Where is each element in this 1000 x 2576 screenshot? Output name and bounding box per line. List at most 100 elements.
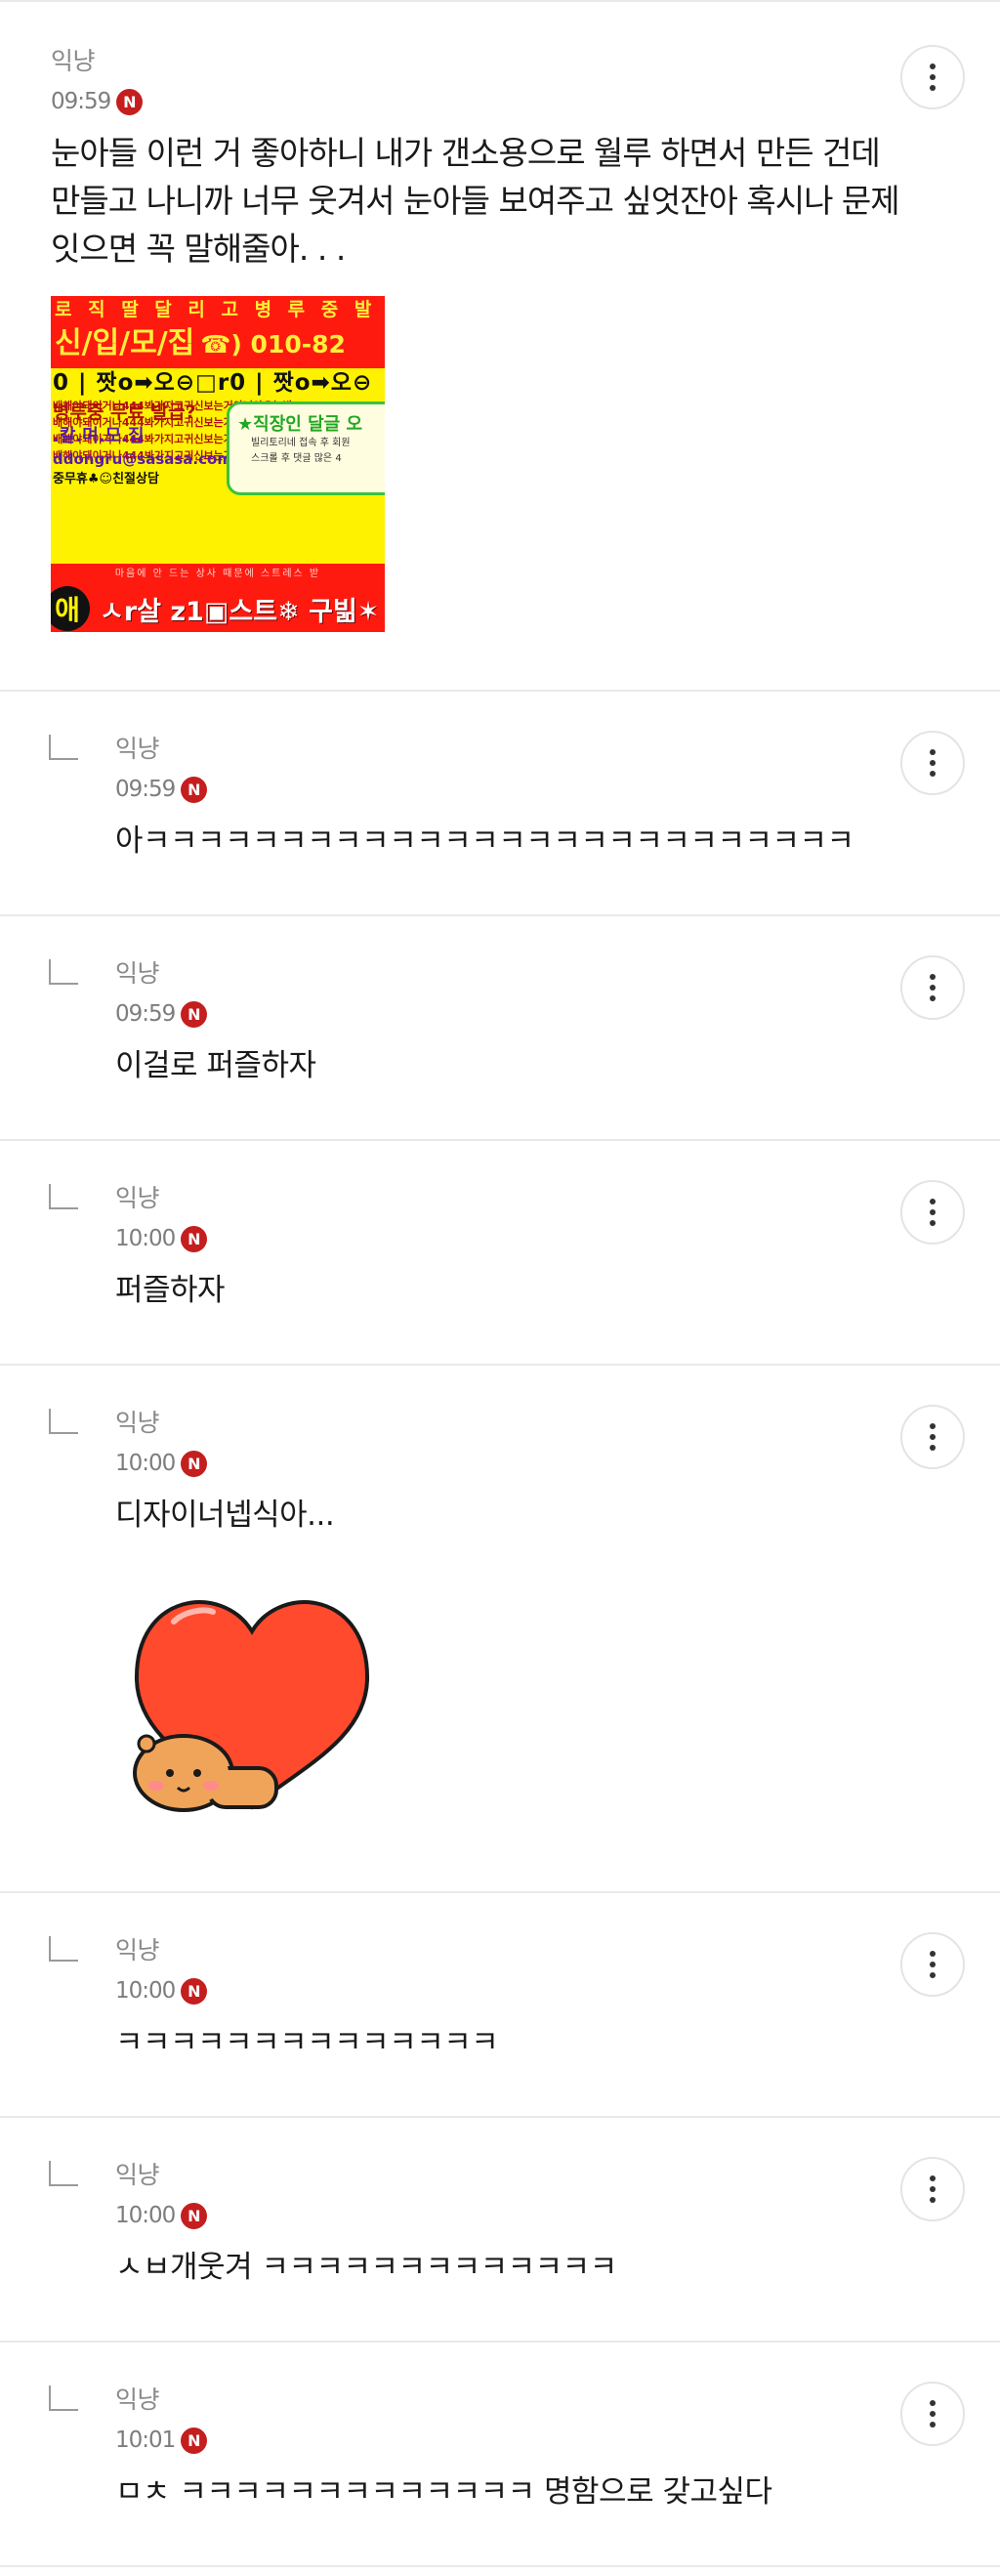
dot [930, 1434, 936, 1440]
dot [930, 974, 936, 980]
reply-arrow-icon [49, 1184, 78, 1209]
dot [930, 1445, 936, 1451]
comment-time-row: 10:00 N [115, 1973, 1000, 2008]
comment-time-row: 10:00 N [115, 1221, 1000, 1256]
comment-body: 디자이너넵식아... [115, 1498, 335, 1533]
more-vertical-icon[interactable] [900, 731, 965, 795]
reply-arrow-icon [49, 959, 78, 985]
comment-time: 10:00 [115, 1451, 176, 1476]
ad-email: ddongru@sasasa.com [53, 450, 232, 468]
comment-body: ㅋㅋㅋㅋㅋㅋㅋㅋㅋㅋㅋㅋㅋㅋ [115, 2025, 499, 2060]
post-time: 09:59 [51, 89, 111, 114]
dot [930, 74, 936, 80]
dot [930, 85, 936, 91]
comment-author: 익냥 [115, 1184, 160, 1212]
dot [930, 985, 936, 991]
comment: 익냥 10:01 N ㅁㅊ ㅋㅋㅋㅋㅋㅋㅋㅋㅋㅋㅋㅋㅋ 명함으로 갖고싶다 [0, 2343, 1000, 2567]
new-badge: N [116, 88, 144, 115]
new-badge: N [181, 776, 208, 803]
new-badge: N [181, 1000, 208, 1028]
more-vertical-icon[interactable] [900, 1180, 965, 1245]
dot [930, 771, 936, 777]
ad-green-title: ★직장인 달글 오 [237, 414, 363, 435]
dot [930, 63, 936, 69]
comment-body: 이걸로 퍼즐하자 [115, 1048, 316, 1083]
comment-time: 10:00 [115, 1978, 176, 2004]
ad-bottom-circle: 애 [51, 586, 90, 631]
ad-left-block: 병루중 무료 발급? .칼.며.모.집 ddongru@sasasa.com 중… [53, 400, 232, 489]
comment-body: 퍼즐하자 [115, 1273, 226, 1308]
comment-time-row: 10:00 N [115, 1446, 1000, 1481]
comment: 익냥 10:00 N ㅅㅂ개웃겨 ㅋㅋㅋㅋㅋㅋㅋㅋㅋㅋㅋㅋㅋ [0, 2118, 1000, 2343]
ad-free-text: 병루중 무료 발급? [53, 401, 196, 423]
dot [930, 1220, 936, 1226]
comment: 익냥 10:00 N ㅋㅋㅋㅋㅋㅋㅋㅋㅋㅋㅋㅋㅋㅋ [0, 1893, 1000, 2118]
new-badge: N [181, 1225, 208, 1252]
comment-author: 익냥 [115, 735, 160, 763]
more-vertical-icon[interactable] [900, 2157, 965, 2221]
dot [930, 1962, 936, 1967]
comment-body: ㅅㅂ개웃겨 ㅋㅋㅋㅋㅋㅋㅋㅋㅋㅋㅋㅋㅋ [115, 2250, 617, 2285]
dot [930, 760, 936, 766]
dot [930, 749, 936, 755]
dot [930, 1209, 936, 1215]
dot [930, 1423, 936, 1429]
comment-author: 익냥 [115, 959, 160, 988]
post: 익냥 09:59 N 눈아들 이런 거 좋아하니 내가 갠소용으로 월루 하면서… [0, 2, 1000, 692]
reply-arrow-icon [49, 1409, 78, 1434]
more-vertical-icon[interactable] [900, 955, 965, 1020]
more-vertical-icon[interactable] [900, 1405, 965, 1469]
comment-time: 09:59 [115, 777, 176, 802]
dot [930, 2400, 936, 2406]
ad-green-line: 빌리토리네 접속 후 회원 [251, 438, 351, 448]
more-vertical-icon[interactable] [900, 1932, 965, 1997]
new-badge: N [181, 1450, 208, 1477]
more-vertical-icon[interactable] [900, 45, 965, 109]
comment-time-row: 09:59 N [115, 772, 1000, 807]
dot [930, 2422, 936, 2428]
ad-green-line: 스크롤 후 댓글 많은 4 [251, 453, 342, 464]
reply-arrow-icon [49, 2386, 78, 2411]
comment-time-row: 10:00 N [115, 2198, 1000, 2233]
comment-time-row: 09:59 N [115, 996, 1000, 1032]
ad-recruit: 신/입/모/집 ☎) 010-82 [51, 323, 385, 364]
dot [930, 2411, 936, 2417]
reply-arrow-icon [49, 735, 78, 760]
post-time-row: 09:59 N [51, 84, 1000, 119]
new-badge: N [181, 2202, 208, 2229]
comment-body: 아ㅋㅋㅋㅋㅋㅋㅋㅋㅋㅋㅋㅋㅋㅋㅋㅋㅋㅋㅋㅋㅋㅋㅋㅋㅋㅋ [115, 823, 854, 859]
post-image[interactable]: 로 직 딸 달 리 고 병 루 중 발 신/입/모/집 ☎) 010-82 0 |… [51, 296, 385, 632]
comment-body: ㅁㅊ ㅋㅋㅋㅋㅋㅋㅋㅋㅋㅋㅋㅋㅋ 명함으로 갖고싶다 [115, 2474, 772, 2510]
ad-bottom: 애 ㅅr살 z1▣스트❄ 구빎✶ [51, 585, 385, 632]
ad-recruit-text: 신/입/모/집 [55, 326, 195, 360]
comment-time: 10:00 [115, 2203, 176, 2228]
comment-time: 10:01 [115, 2428, 176, 2453]
heart-sticker [133, 1600, 370, 1812]
post-body: 눈아들 이런 거 좋아하니 내가 갠소용으로 월루 하면서 만든 건데 만들고 … [51, 134, 900, 268]
post-author: 익냥 [51, 47, 96, 75]
comment: 익냥 09:59 N 이걸로 퍼즐하자 [0, 916, 1000, 1141]
comment-author: 익냥 [115, 1936, 160, 1964]
ad-dots-text: .칼.며.모.집 [53, 426, 145, 446]
ad-row1: 0 | 짯o➡오⊖□r0 | 짯o➡오⊖ [53, 370, 373, 396]
reply-arrow-icon [49, 2161, 78, 2186]
dot [930, 1972, 936, 1978]
new-badge: N [181, 1977, 208, 2005]
comment-author: 익냥 [115, 2386, 160, 2414]
dot [930, 1199, 936, 1204]
ad-bottom-text: ㅅr살 z1▣스트❄ 구빎✶ [100, 596, 380, 627]
new-badge: N [181, 2427, 208, 2454]
comment: 익냥 10:00 N 디자이너넵식아... [0, 1366, 1000, 1893]
comment-time: 09:59 [115, 1001, 176, 1027]
more-vertical-icon[interactable] [900, 2382, 965, 2446]
ad-phone: ☎) 010-82 [200, 330, 346, 359]
dot [930, 2186, 936, 2192]
dot [930, 2197, 936, 2203]
reply-arrow-icon [49, 1936, 78, 1962]
page: 익냥 09:59 N 눈아들 이런 거 좋아하니 내가 갠소용으로 월루 하면서… [0, 0, 1000, 2567]
comment-author: 익냥 [115, 1409, 160, 1437]
ad-bottom-small: 마음에 안 드는 상사 때문에 스트레스 받 [114, 569, 321, 579]
comment-author: 익냥 [115, 2161, 160, 2189]
comment-time-row: 10:01 N [115, 2423, 1000, 2458]
comment: 익냥 10:00 N 퍼즐하자 [0, 1141, 1000, 1366]
